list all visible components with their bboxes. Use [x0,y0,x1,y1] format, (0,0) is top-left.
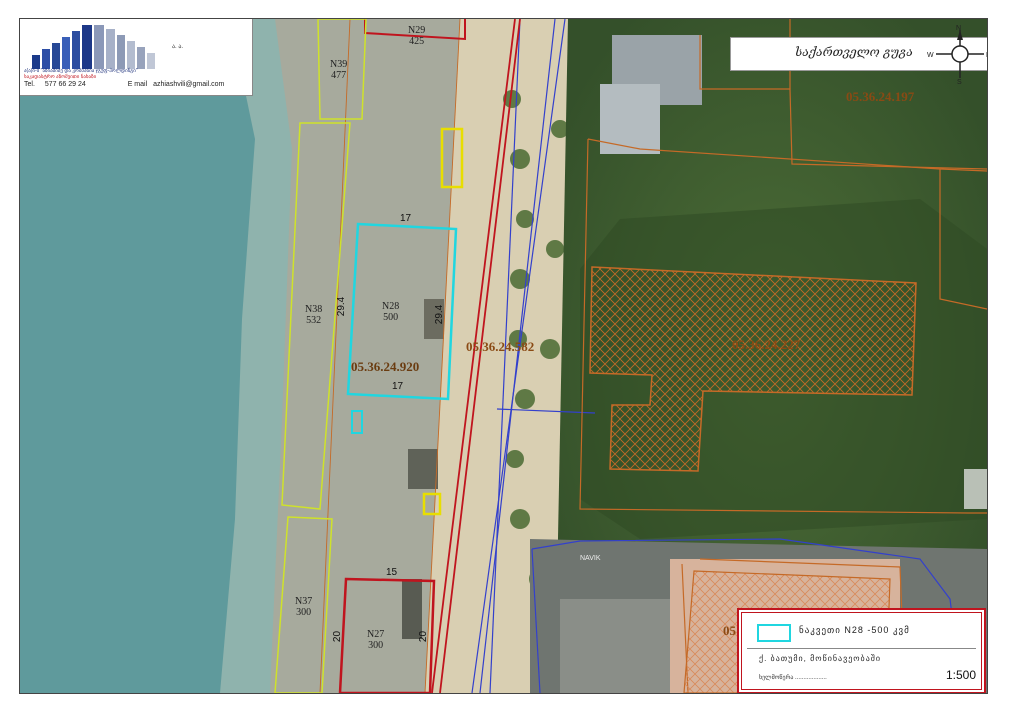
dimension-right-29-4: 29.4 [434,304,446,325]
dimension-top-17: 17 [400,213,412,224]
dimension-left-29-4: 29.4 [336,296,348,317]
phone-label: Tel. [24,81,35,88]
map-legend: ნაკვეთი N28 -500 კვმ ქ. ბათუმი, მოწინავე… [737,608,986,693]
dimension-top-15: 15 [386,567,398,578]
compass-e: E [986,52,988,59]
parcel-n27-label: N27 300 [367,629,384,651]
company-line-2: საკადასტრო აზომვითი ნახაზი [24,74,97,80]
legend-author: ქ. ბათუმი, მოწინავეობაში [759,654,882,663]
dimension-right-20: 20 [418,630,430,643]
parcel-n29-label: N29 425 [408,25,425,47]
parcel-n37-area: 300 [296,607,312,618]
north-arrow-icon: N S W E [927,25,988,84]
map-frame[interactable]: N29 425 N39 477 N38 532 N28 500 N37 300 … [19,18,988,694]
parcel-n29-number: N29 [408,25,426,36]
street-label: NAVIK [580,555,601,562]
kiosk-2 [408,449,438,489]
cadastral-code-05: 05 [723,623,736,638]
parcel-n39-number: N39 [330,59,348,70]
company-header: ა. ა. ა(ა)ი-ს "აზიაშიძე და კომპანია ჯგუფ… [20,19,253,96]
map-scale: 1:500 [945,668,976,682]
compass-panel: საქართველო გუგა N S W E [730,25,987,84]
cadastral-code-920: 05.36.24.920 [351,359,420,374]
parcel-n39-label: N39 477 [330,59,347,81]
parcel-n37-number: N37 [295,596,313,607]
surveyor-signature: საქართველო გუგა [795,45,913,59]
parcel-n28-area: 500 [383,312,399,323]
phone-number: 577 66 29 24 [44,81,86,88]
parcel-n27-number: N27 [367,629,385,640]
legend-swatch-parcel [757,624,791,642]
parcel-n38-label: N38 532 [305,304,322,326]
contact-info: Tel. 577 66 29 24 E mail azhiashvili@gma… [24,81,252,88]
company-name: ა(ა)ი-ს "აზიაშიძე და კომპანია ჯგუფ-ჰოლდი… [24,68,164,80]
parcel-n37-label: N37 300 [295,596,312,618]
parcel-n28-number: N28 [382,301,400,312]
email-address: azhiashvili@gmail.com [153,81,225,88]
sea-area [20,19,260,693]
cadastral-code-227: 05.36.24.227 [732,337,801,352]
compass-n: N [956,25,961,32]
legend-signature-line: ხელმოწერა ................... [759,675,827,681]
email-label: E mail [127,81,148,88]
company-logo [32,25,155,69]
parcel-n28-label: N28 500 [382,301,399,323]
orthophoto-map[interactable] [20,19,987,693]
legend-divider [747,648,976,649]
legend-item-label: ნაკვეთი N28 -500 კვმ [799,625,910,635]
parcel-n39-area: 477 [331,70,347,81]
cadastral-code-197: 05.36.24.197 [846,89,915,104]
parcel-n38-number: N38 [305,304,323,315]
cadastral-code-582: 05.36.24.582 [466,339,535,354]
dimension-bottom-17: 17 [392,381,404,392]
parcel-n29-area: 425 [409,36,425,47]
compass-w: W [927,52,934,59]
building-roof-3 [964,469,987,509]
parcel-n38-area: 532 [306,315,322,326]
header-marks: ა. ა. [172,44,184,50]
compass-s: S [957,79,962,84]
dimension-left-20: 20 [332,630,344,643]
parcel-n27-area: 300 [368,640,384,651]
parking-lot [560,599,670,693]
